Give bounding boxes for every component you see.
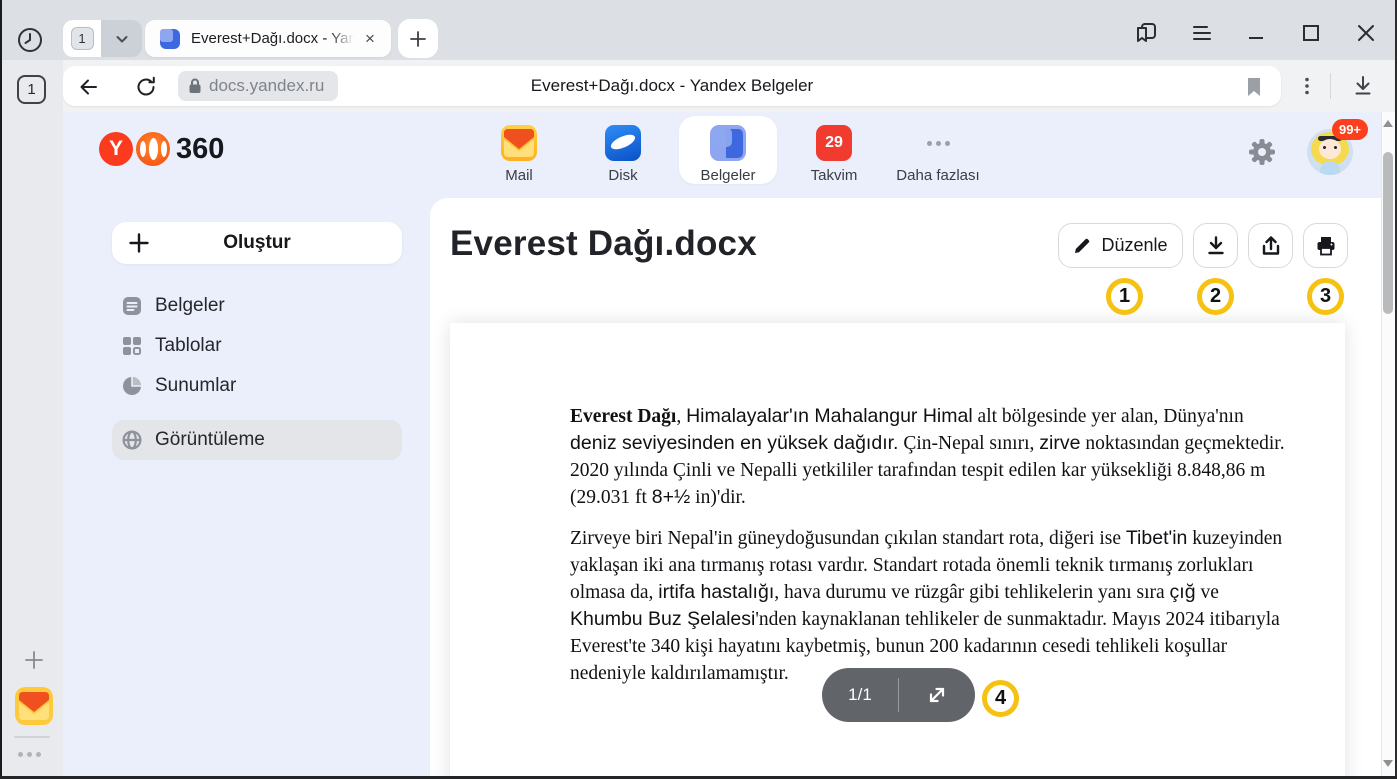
expand-icon (925, 683, 949, 707)
service-label: Disk (608, 167, 637, 184)
tab-title: Everest+Dağı.docx - Yandex Belgeler (191, 30, 359, 47)
create-button-label: Oluştur (112, 232, 402, 254)
paragraph: Zirveye biri Nepal'in güneydoğusundan çı… (570, 525, 1286, 687)
reload-icon[interactable] (133, 74, 159, 100)
logo-360-text: 360 (176, 133, 224, 166)
printer-icon (1315, 235, 1337, 257)
calendar-icon: 29 (816, 125, 852, 161)
sidebar-item-label: Görüntüleme (155, 429, 265, 451)
browser-side-strip: 1 (2, 60, 63, 776)
tab-close-icon[interactable]: × (359, 28, 381, 50)
sidebar-item-goruntuleme[interactable]: Görüntüleme (112, 420, 402, 460)
edit-button[interactable]: Düzenle (1058, 223, 1183, 268)
mail-icon (501, 125, 537, 161)
docs-icon (710, 125, 746, 161)
yandex-360-logo[interactable]: Y 360 (99, 132, 224, 166)
fullscreen-button[interactable] (899, 683, 975, 707)
tab-group-dropdown[interactable] (101, 20, 142, 57)
document-text: Everest Dağı, Himalayalar'ın Mahalangur … (570, 403, 1286, 701)
bookmark-flag-icon[interactable] (1241, 74, 1267, 100)
back-icon[interactable] (76, 74, 102, 100)
disk-icon (605, 125, 641, 161)
service-takvim[interactable]: 29 Takvim (785, 116, 883, 186)
annotation-marker-3: 3 (1307, 278, 1344, 315)
sidebar-item-sunumlar[interactable]: Sunumlar (112, 366, 402, 406)
maximize-button[interactable] (1293, 16, 1329, 50)
pencil-icon (1073, 236, 1092, 255)
edit-button-label: Düzenle (1101, 235, 1167, 256)
strip-divider (14, 736, 50, 738)
share-button[interactable] (1248, 223, 1293, 268)
service-label: Takvim (811, 167, 858, 184)
print-button[interactable] (1303, 223, 1348, 268)
scroll-down-icon[interactable] (1383, 760, 1393, 767)
service-mail[interactable]: Mail (470, 116, 568, 186)
sidebar-item-tablolar[interactable]: Tablolar (112, 326, 402, 366)
side-add-icon[interactable] (20, 646, 48, 674)
share-icon (1260, 235, 1282, 257)
tab-group-count-badge: 1 (71, 27, 94, 50)
create-button[interactable]: Oluştur (112, 222, 402, 264)
avatar-eye (1323, 146, 1326, 149)
minimize-button[interactable] (1238, 16, 1274, 50)
kebab-menu-icon[interactable] (1292, 70, 1322, 102)
service-label: Mail (505, 167, 533, 184)
page-indicator-pill[interactable]: 1/1 (822, 668, 975, 722)
sidebar-item-belgeler[interactable]: Belgeler (112, 286, 402, 326)
lock-icon (188, 78, 202, 94)
plus-icon (128, 232, 150, 254)
domain-chip[interactable]: docs.yandex.ru (178, 71, 338, 101)
grid-icon (122, 336, 142, 356)
service-disk[interactable]: Disk (574, 116, 672, 186)
address-bar[interactable]: docs.yandex.ru Everest+Dağı.docx - Yande… (63, 66, 1281, 106)
sidebar-item-label: Belgeler (155, 295, 225, 317)
chevron-down-icon (114, 31, 130, 47)
service-belgeler-active[interactable]: Belgeler (679, 116, 777, 184)
scroll-up-icon[interactable] (1383, 120, 1393, 127)
window-border-left (0, 0, 2, 779)
browser-tab[interactable]: Everest+Dağı.docx - Yandex Belgeler × (145, 20, 391, 57)
avatar-eye (1334, 146, 1337, 149)
scrollbar-thumb[interactable] (1383, 152, 1393, 314)
docs-favicon (159, 28, 181, 50)
ellipsis-icon (920, 125, 956, 161)
avatar-dress (1320, 161, 1340, 175)
history-clock-icon[interactable] (14, 24, 46, 56)
service-more[interactable]: Daha fazlası (889, 116, 987, 186)
strip-more-icon[interactable] (18, 749, 46, 759)
tab-strip: 1 Everest+Dağı.docx - Yandex Belgeler × (0, 0, 1397, 60)
sidebar-item-label: Sunumlar (155, 375, 236, 397)
download-button[interactable] (1193, 223, 1238, 268)
document-icon (122, 296, 142, 316)
page-indicator: 1/1 (822, 685, 898, 705)
tab-group-button[interactable]: 1 (63, 20, 101, 57)
annotation-marker-1: 1 (1106, 278, 1143, 315)
pie-chart-icon (122, 376, 142, 396)
yandex-mail-app-icon[interactable] (15, 687, 53, 725)
plus-icon (408, 29, 428, 49)
browser-menu-icon[interactable] (1184, 16, 1220, 50)
yandex-y-icon: Y (99, 132, 133, 166)
avatar-face (1319, 139, 1341, 159)
annotation-marker-4: 4 (982, 680, 1019, 717)
globe-icon (122, 430, 142, 450)
document-title: Everest Dağı.docx (450, 224, 757, 264)
domain-text: docs.yandex.ru (209, 76, 324, 96)
logo-360-ball-icon (136, 132, 170, 166)
annotation-marker-2: 2 (1197, 278, 1234, 315)
collections-icon[interactable] (1128, 16, 1164, 50)
new-tab-button[interactable] (398, 19, 438, 58)
paragraph: Everest Dağı, Himalayalar'ın Mahalangur … (570, 403, 1286, 511)
close-button[interactable] (1348, 16, 1384, 50)
settings-gear-icon[interactable] (1245, 135, 1279, 169)
download-icon (1205, 235, 1227, 257)
service-label: Belgeler (700, 167, 755, 184)
notification-badge: 99+ (1332, 119, 1368, 140)
service-label: Daha fazlası (896, 167, 979, 184)
toolbar-divider (1330, 73, 1331, 99)
tab-group-control: 1 (63, 20, 142, 57)
downloads-icon[interactable] (1348, 70, 1378, 102)
side-panel-toggle[interactable]: 1 (17, 75, 46, 104)
sidebar-item-label: Tablolar (155, 335, 222, 357)
